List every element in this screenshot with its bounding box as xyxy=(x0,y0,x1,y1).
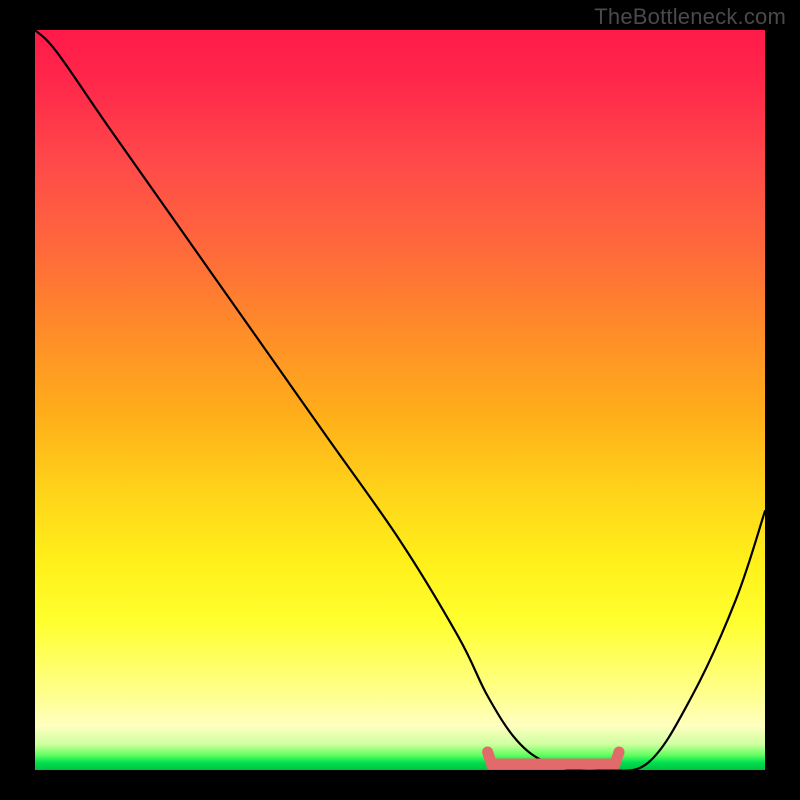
bottleneck-curve xyxy=(35,30,765,770)
optimal-range-marker xyxy=(488,752,619,764)
chart-plot-area xyxy=(35,30,765,770)
watermark-text: TheBottleneck.com xyxy=(594,4,786,30)
chart-svg-layer xyxy=(35,30,765,770)
